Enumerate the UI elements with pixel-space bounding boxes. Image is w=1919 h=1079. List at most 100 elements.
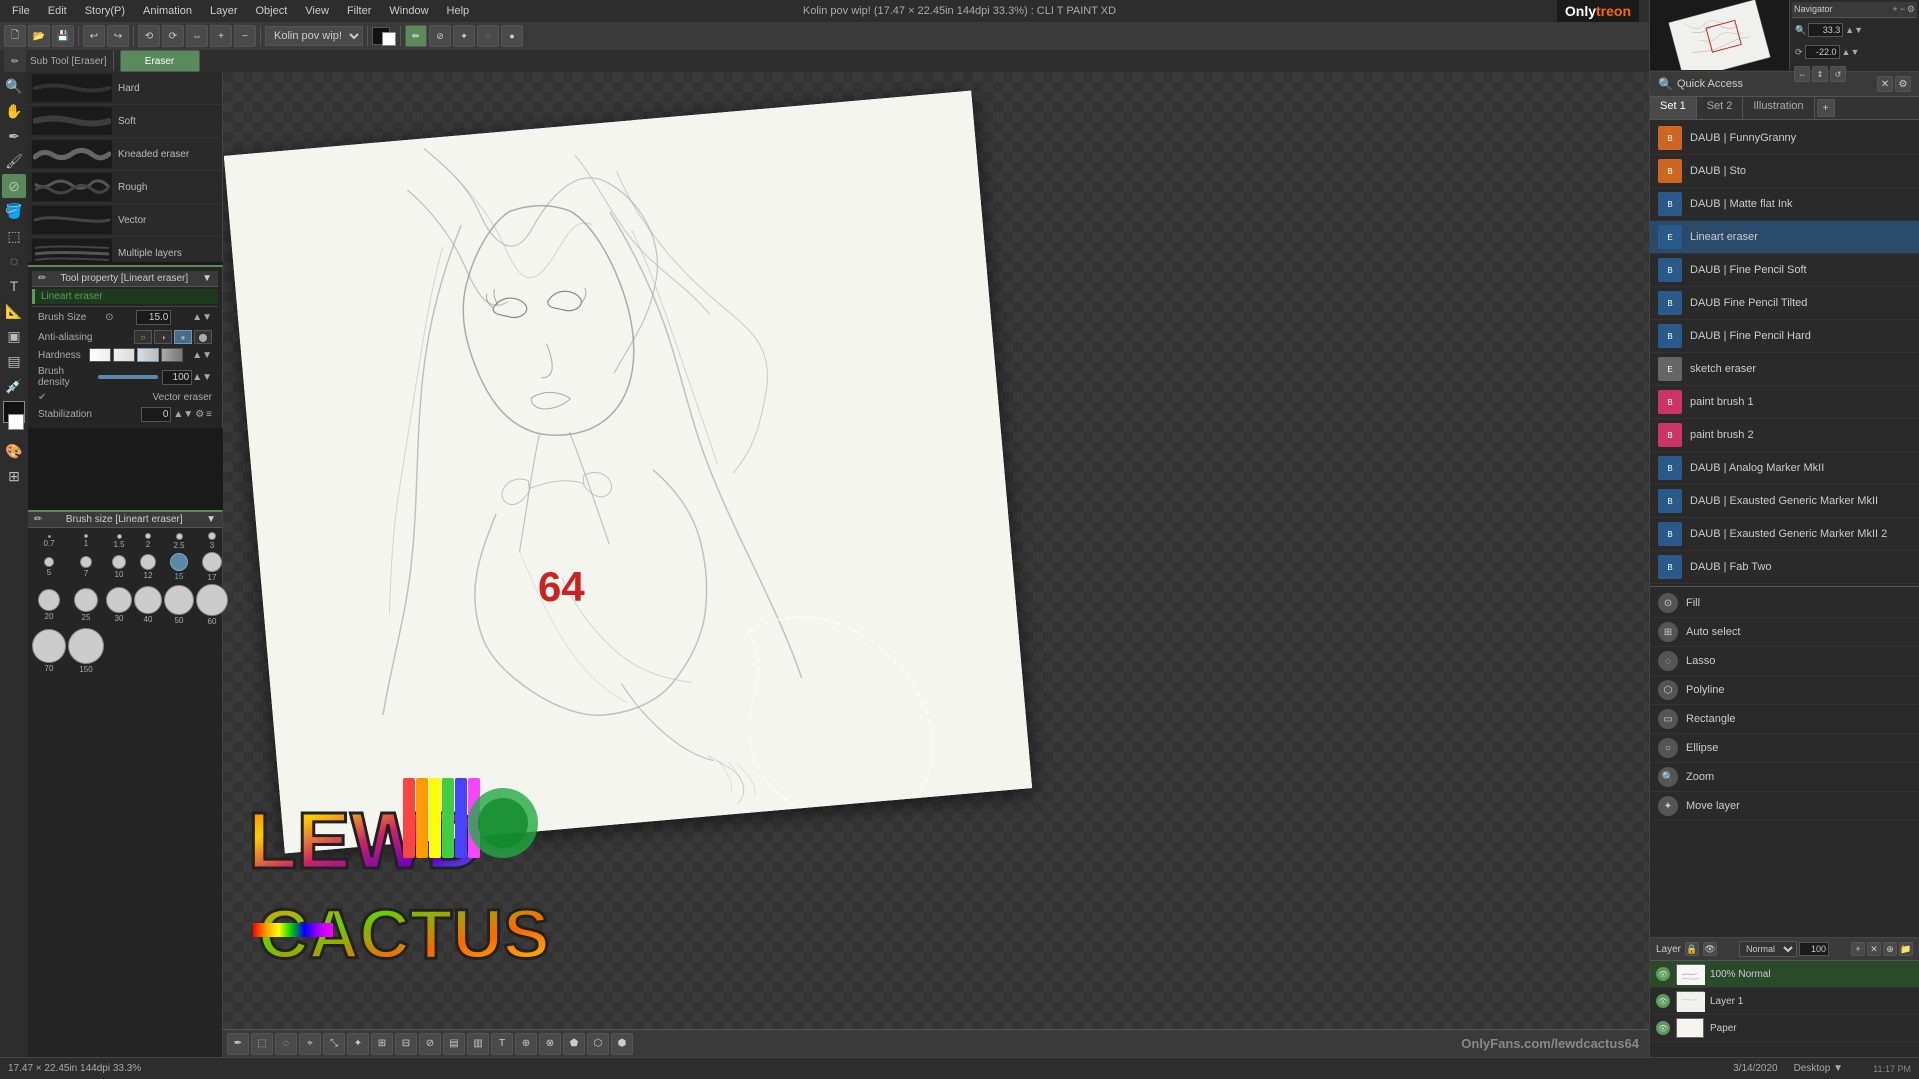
qa-funny-granny[interactable]: B DAUB | FunnyGranny: [1650, 122, 1919, 155]
nav-rot-arrows[interactable]: ▲▼: [1842, 47, 1860, 57]
brush-rough[interactable]: Rough: [28, 171, 222, 204]
bg-color[interactable]: [8, 414, 24, 430]
stab-input[interactable]: [141, 407, 171, 422]
qa-polyline[interactable]: ⬡ Polyline: [1650, 676, 1919, 705]
color-picker[interactable]: 💉: [2, 374, 26, 398]
fill-tool[interactable]: 🪣: [2, 199, 26, 223]
bsize-07[interactable]: 0.7: [32, 532, 66, 550]
blend-mode-select[interactable]: Normal Multiply Screen Overlay: [1739, 941, 1797, 957]
canvas-wrapper[interactable]: [224, 91, 1032, 854]
bt-sel2[interactable]: ◌: [275, 1033, 297, 1055]
qa-auto-select[interactable]: ⊞ Auto select: [1650, 618, 1919, 647]
stab-extra[interactable]: ≡: [206, 409, 212, 420]
brush-vector[interactable]: Vector: [28, 204, 222, 237]
layer-merge[interactable]: ⊕: [1883, 942, 1897, 956]
search-icon[interactable]: 🔍: [1658, 77, 1673, 91]
nav-flip-h[interactable]: ⇔: [1794, 66, 1810, 82]
bsize-7[interactable]: 7: [68, 552, 104, 582]
bsize-20[interactable]: 20: [32, 584, 66, 626]
bsize-2[interactable]: 2: [134, 532, 162, 550]
nav-flip-v[interactable]: ⇕: [1812, 66, 1828, 82]
eraser-btn[interactable]: ⊘: [429, 25, 451, 47]
brush-size-icon[interactable]: ⊙: [105, 312, 113, 323]
menu-help[interactable]: Help: [439, 3, 478, 19]
3d-tool[interactable]: ▣: [2, 324, 26, 348]
brush-set-illustration[interactable]: Illustration: [1743, 97, 1814, 119]
qa-exausted-mk2[interactable]: B DAUB | Exausted Generic Marker MkII: [1650, 485, 1919, 518]
bsize-150[interactable]: 150: [68, 628, 104, 674]
bsize-60[interactable]: 60: [196, 584, 228, 626]
menu-object[interactable]: Object: [248, 3, 296, 19]
brush-multiple[interactable]: Multiple layers: [28, 237, 222, 262]
hardness-2[interactable]: [137, 348, 159, 362]
layer-row-paper[interactable]: 👁 Paper: [1650, 1015, 1919, 1042]
qa-lineart-eraser[interactable]: E Lineart eraser: [1650, 221, 1919, 254]
layer-vis-2[interactable]: 👁: [1656, 994, 1670, 1008]
layer-vis-1[interactable]: 👁: [1656, 967, 1670, 981]
brush-size-arrows[interactable]: ▲▼: [192, 312, 212, 323]
qa-fine-pencil-hard[interactable]: B DAUB | Fine Pencil Hard: [1650, 320, 1919, 353]
aa-off[interactable]: ○: [134, 330, 152, 344]
nav-reset[interactable]: ↺: [1830, 66, 1846, 82]
menu-window[interactable]: Window: [381, 3, 436, 19]
color-history[interactable]: ⊞: [2, 464, 26, 488]
bt-copy[interactable]: ⊞: [371, 1033, 393, 1055]
menu-file[interactable]: File: [4, 3, 38, 19]
layer-eye[interactable]: 👁: [1703, 942, 1717, 956]
pen-btn[interactable]: ✏: [405, 25, 427, 47]
bt-extra3[interactable]: ⬟: [563, 1033, 585, 1055]
eraser-tool[interactable]: ⊘: [2, 174, 26, 198]
zoom-in-btn[interactable]: +: [210, 25, 232, 47]
gradient-tool[interactable]: ▤: [2, 349, 26, 373]
density-arrows[interactable]: ▲▼: [192, 372, 212, 383]
brush-size-input[interactable]: [136, 310, 171, 325]
qa-zoom[interactable]: 🔍 Zoom: [1650, 763, 1919, 792]
aa-strong[interactable]: ⬤: [194, 330, 212, 344]
bsize-25[interactable]: 2.5: [164, 532, 194, 550]
qa-sto[interactable]: B DAUB | Sto: [1650, 155, 1919, 188]
qa-paint-brush-2[interactable]: B paint brush 2: [1650, 419, 1919, 452]
color-icon2[interactable]: [382, 32, 396, 46]
nav-zoom-out[interactable]: −: [1900, 4, 1905, 15]
nav-tab-navigator[interactable]: Navigator: [1794, 4, 1833, 15]
bsize-3[interactable]: 3: [196, 532, 228, 550]
layer-row-100-normal[interactable]: 👁 100% Normal: [1650, 961, 1919, 988]
brush-kneaded[interactable]: Kneaded eraser: [28, 138, 222, 171]
qa-paint-brush-1[interactable]: B paint brush 1: [1650, 386, 1919, 419]
tool-prop-collapse[interactable]: ▼: [202, 273, 212, 284]
bsize-25b[interactable]: 25: [68, 584, 104, 626]
bsize-1[interactable]: 1: [68, 532, 104, 550]
nav-zoom-input[interactable]: [1808, 23, 1843, 37]
vector-eraser-icon[interactable]: ✔: [38, 392, 46, 403]
color-wheel[interactable]: 🎨: [2, 439, 26, 463]
bt-text[interactable]: T: [491, 1033, 513, 1055]
qa-fine-pencil-tilted[interactable]: B DAUB Fine Pencil Tilted: [1650, 287, 1919, 320]
menu-layer[interactable]: Layer: [202, 3, 246, 19]
select-tool[interactable]: ⬚: [2, 224, 26, 248]
layer-add[interactable]: +: [1851, 942, 1865, 956]
bt-extra2[interactable]: ⊗: [539, 1033, 561, 1055]
brush-sizes-header[interactable]: ✏ Brush size [Lineart eraser] ▼: [28, 512, 222, 528]
bt-sel1[interactable]: ⬚: [251, 1033, 273, 1055]
qa-fine-pencil-soft[interactable]: B DAUB | Fine Pencil Soft: [1650, 254, 1919, 287]
qa-analog-marker[interactable]: B DAUB | Analog Marker MkII: [1650, 452, 1919, 485]
bt-paste[interactable]: ⊟: [395, 1033, 417, 1055]
aa-medium[interactable]: ●: [174, 330, 192, 344]
bt-transform[interactable]: ⤡: [323, 1033, 345, 1055]
zoom-tool[interactable]: 🔍: [2, 74, 26, 98]
brush-soft[interactable]: Soft: [28, 105, 222, 138]
bt-extra5[interactable]: ⬢: [611, 1033, 633, 1055]
qa-sketch-eraser[interactable]: E sketch eraser: [1650, 353, 1919, 386]
eraser-mode-btn[interactable]: Eraser: [120, 50, 200, 72]
rotate-left-btn[interactable]: ⟲: [138, 25, 160, 47]
hardness-0[interactable]: [89, 348, 111, 362]
hardness-1[interactable]: [113, 348, 135, 362]
layer-delete[interactable]: ✕: [1867, 942, 1881, 956]
bt-lasso[interactable]: ⌖: [299, 1033, 321, 1055]
brush-set-1[interactable]: Set 1: [1650, 97, 1697, 119]
bt-pen[interactable]: ✒: [227, 1033, 249, 1055]
redo-btn[interactable]: ↪: [107, 25, 129, 47]
undo-btn[interactable]: ↩: [83, 25, 105, 47]
aa-weak[interactable]: ◑: [154, 330, 172, 344]
bt-extra4[interactable]: ⬡: [587, 1033, 609, 1055]
